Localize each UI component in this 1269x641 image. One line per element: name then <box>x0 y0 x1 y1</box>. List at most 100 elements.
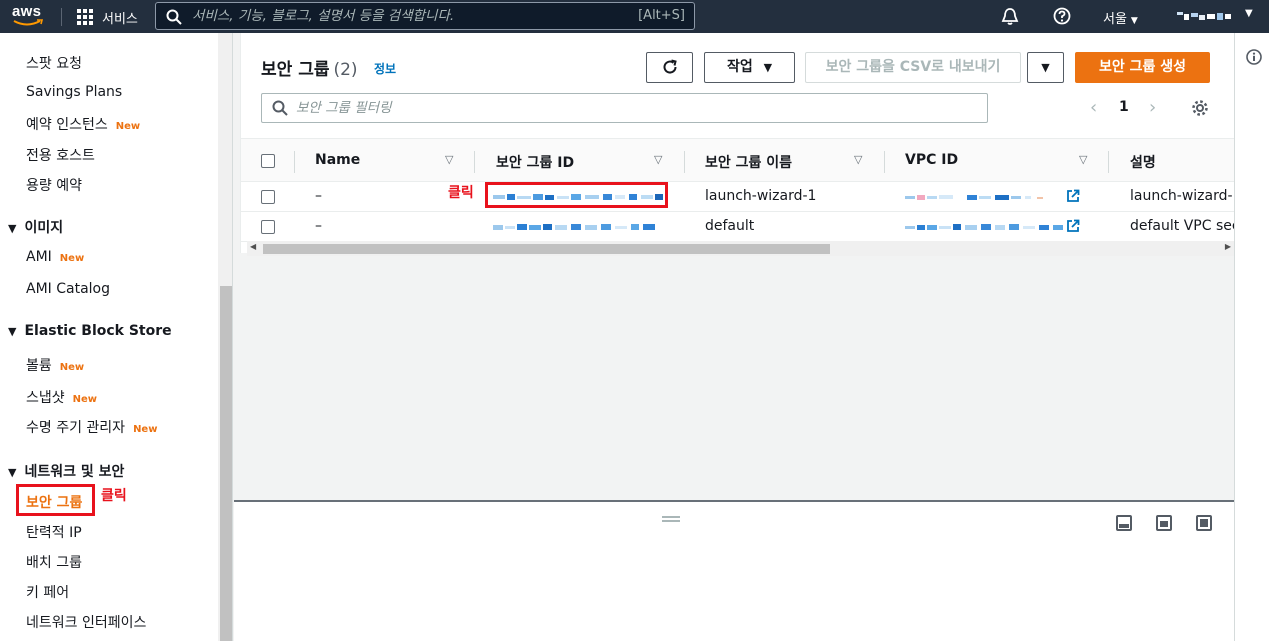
actions-dropdown-button[interactable]: 작업 ▼ <box>704 52 795 83</box>
services-grid-icon[interactable] <box>77 9 93 25</box>
security-group-id-link-redacted[interactable] <box>493 222 658 232</box>
triangle-down-icon: ▼ <box>8 325 17 338</box>
vpc-id-link-redacted[interactable] <box>905 192 1055 202</box>
sidebar-item-network-interfaces[interactable]: 네트워크 인터페이스 <box>26 612 146 632</box>
global-search-input[interactable] <box>192 6 612 26</box>
horizontal-scrollbar[interactable]: ◀ ▶ <box>247 241 1234 256</box>
row-checkbox[interactable] <box>261 190 275 204</box>
column-divider <box>884 151 885 173</box>
sidebar-item-elastic-ip[interactable]: 탄력적 IP <box>26 522 82 542</box>
caret-down-icon: ▼ <box>1041 61 1050 74</box>
page-title: 보안 그룹 (2) <box>261 60 358 80</box>
cell-security-group-name: default <box>705 218 755 234</box>
sidebar-item-key-pairs[interactable]: 키 페어 <box>26 582 69 602</box>
select-all-checkbox[interactable] <box>261 154 275 168</box>
column-header-name[interactable]: Name <box>315 152 360 168</box>
cell-description: default VPC secu <box>1130 218 1249 234</box>
help-icon[interactable] <box>1053 7 1071 25</box>
settings-gear-icon[interactable] <box>1191 99 1209 117</box>
sidebar-item-ami[interactable]: AMI New <box>26 249 84 265</box>
horizontal-scrollbar-thumb[interactable] <box>263 244 830 254</box>
region-selector[interactable]: 서울 ▼ <box>1103 8 1138 27</box>
filter-input[interactable] <box>296 98 896 118</box>
search-shortcut-hint: [Alt+S] <box>638 8 685 23</box>
sort-icon[interactable]: ▽ <box>1079 153 1087 166</box>
sort-icon[interactable]: ▽ <box>654 153 662 166</box>
account-chevron-down-icon[interactable]: ▼ <box>1245 8 1253 19</box>
table-row[interactable]: – default default VPC secu <box>241 212 1248 242</box>
new-badge: New <box>72 394 98 405</box>
layout-bottom-panel-icon[interactable] <box>1116 515 1132 531</box>
split-drag-handle-icon[interactable] <box>662 516 680 522</box>
info-link[interactable]: 정보 <box>374 60 396 77</box>
sidebar-section-images[interactable]: ▼ 이미지 <box>8 217 63 237</box>
create-security-group-button[interactable]: 보안 그룹 생성 <box>1075 52 1210 83</box>
triangle-down-icon: ▼ <box>8 466 17 479</box>
sidebar-section-ebs[interactable]: ▼ Elastic Block Store <box>8 323 172 339</box>
current-page-number[interactable]: 1 <box>1119 99 1129 115</box>
sidebar-item-reserved-instances[interactable]: 예약 인스턴스 New <box>26 114 140 134</box>
layout-full-panel-icon[interactable] <box>1196 515 1212 531</box>
security-groups-panel: 보안 그룹 (2) 정보 작업 ▼ 보안 그룹을 CSV로 내보내기 ▼ 보안 그… <box>240 33 1248 256</box>
cell-name: – <box>315 218 322 234</box>
search-icon <box>272 100 288 116</box>
services-menu[interactable]: 서비스 <box>102 8 138 27</box>
aws-smile-icon <box>13 19 44 26</box>
column-header-vpc-id[interactable]: VPC ID <box>905 152 958 168</box>
refresh-icon <box>663 59 677 74</box>
column-header-description[interactable]: 설명 <box>1130 152 1156 172</box>
scroll-right-icon[interactable]: ▶ <box>1225 242 1231 251</box>
export-csv-button[interactable]: 보안 그룹을 CSV로 내보내기 <box>805 52 1021 83</box>
table-header: Name ▽ 보안 그룹 ID ▽ 보안 그룹 이름 ▽ VPC ID ▽ 설명 <box>241 138 1235 182</box>
account-redacted[interactable] <box>1175 9 1235 23</box>
sidebar-item-ami-catalog[interactable]: AMI Catalog <box>26 281 110 297</box>
cell-description: launch-wizard-1 <box>1130 188 1242 204</box>
table-row[interactable]: – launch-wizard-1 launch-wizard-1 <box>241 182 1241 212</box>
main-content: 보안 그룹 (2) 정보 작업 ▼ 보안 그룹을 CSV로 내보내기 ▼ 보안 그… <box>234 33 1248 641</box>
nav-divider <box>61 8 62 26</box>
refresh-button[interactable] <box>646 52 693 83</box>
new-badge: New <box>59 253 85 264</box>
sidebar-section-network-security[interactable]: ▼ 네트워크 및 보안 <box>8 461 124 481</box>
sidebar-item-snapshots[interactable]: 스냅샷 New <box>26 387 97 407</box>
external-link-icon[interactable] <box>1066 189 1080 203</box>
sidebar-scrollbar-thumb[interactable] <box>220 286 232 641</box>
column-header-sg-id[interactable]: 보안 그룹 ID <box>496 152 574 172</box>
aws-logo[interactable]: aws <box>12 3 48 29</box>
new-badge: New <box>59 362 85 373</box>
sort-icon[interactable]: ▽ <box>445 153 453 166</box>
annotation-click-label: 클릭 <box>101 488 127 504</box>
scroll-left-icon[interactable]: ◀ <box>250 242 256 251</box>
row-checkbox[interactable] <box>261 220 275 234</box>
external-link-icon[interactable] <box>1066 219 1080 233</box>
previous-page-icon[interactable]: ‹ <box>1090 97 1097 118</box>
sidebar-item-volumes[interactable]: 볼륨 New <box>26 355 84 375</box>
top-navigation: aws 서비스 [Alt+S] 서울▼ ▼ <box>0 0 1269 33</box>
global-search[interactable]: [Alt+S] <box>155 2 695 30</box>
sidebar-item-placement-groups[interactable]: 배치 그룹 <box>26 552 82 572</box>
sidebar-item-lifecycle-manager[interactable]: 수명 주기 관리자 New <box>26 417 157 437</box>
column-divider <box>1108 151 1109 173</box>
sidebar-item-security-groups[interactable]: 보안 그룹 <box>26 492 82 512</box>
info-icon[interactable] <box>1246 49 1262 65</box>
layout-side-panel-icon[interactable] <box>1156 515 1172 531</box>
sort-icon[interactable]: ▽ <box>854 153 862 166</box>
sidebar-item-savings-plans[interactable]: Savings Plans <box>26 84 122 100</box>
new-badge: New <box>133 424 158 435</box>
annotation-highlight-box <box>485 182 668 208</box>
column-header-sg-name[interactable]: 보안 그룹 이름 <box>705 152 792 172</box>
column-divider <box>684 151 685 173</box>
cell-security-group-name: launch-wizard-1 <box>705 188 817 204</box>
right-help-rail <box>1234 33 1269 641</box>
chevron-down-icon: ▼ <box>1130 16 1138 26</box>
sidebar-item-dedicated-hosts[interactable]: 전용 호스트 <box>26 145 95 165</box>
next-page-icon[interactable]: › <box>1149 97 1156 118</box>
security-group-filter[interactable] <box>261 93 988 123</box>
vpc-id-link-redacted[interactable] <box>905 222 1067 232</box>
notifications-bell-icon[interactable] <box>1001 7 1019 26</box>
sidebar-item-capacity-reservations[interactable]: 용량 예약 <box>26 175 82 195</box>
sidebar-item-spot-requests[interactable]: 스팟 요청 <box>26 53 82 73</box>
triangle-down-icon: ▼ <box>8 222 17 235</box>
details-split-pane <box>234 500 1234 641</box>
export-dropdown-button[interactable]: ▼ <box>1027 52 1064 83</box>
